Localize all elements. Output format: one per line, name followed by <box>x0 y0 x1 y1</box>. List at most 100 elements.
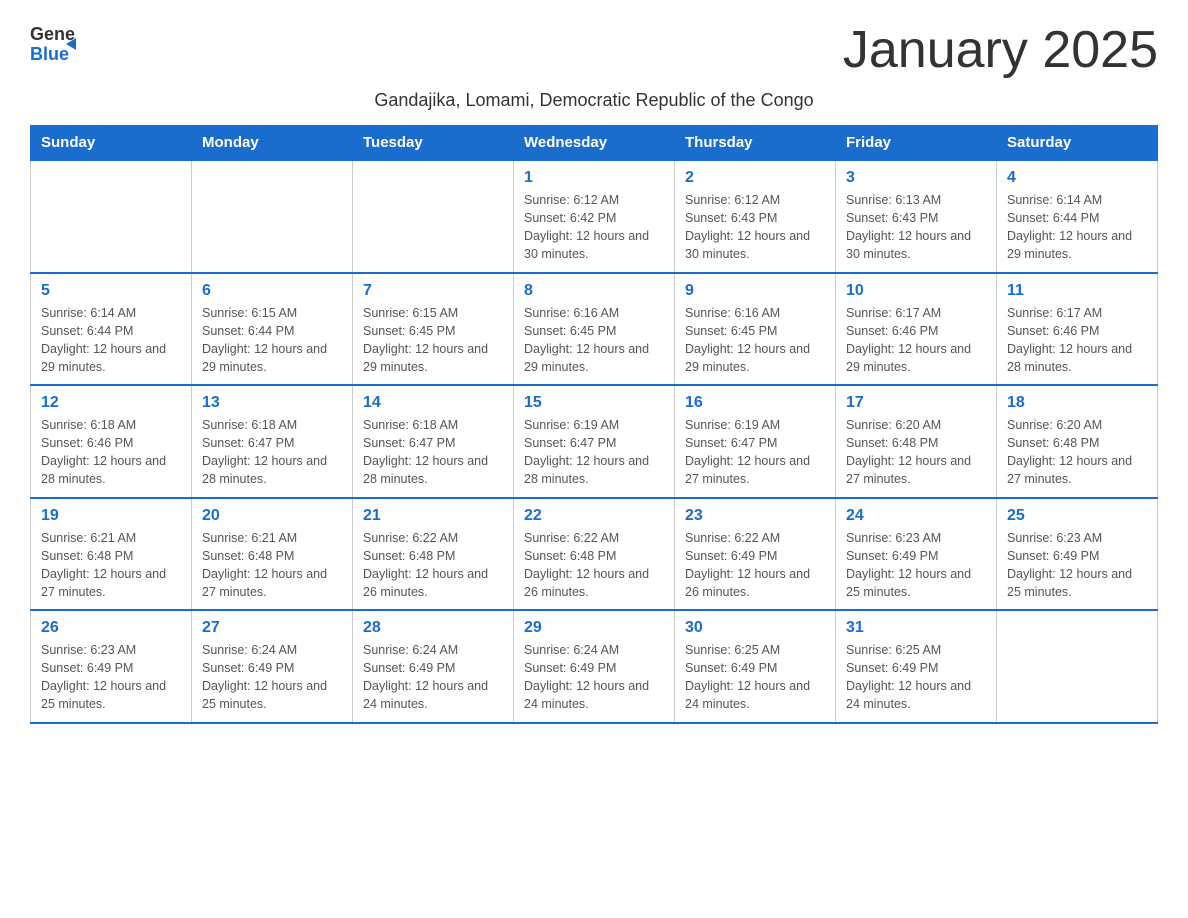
day-number: 22 <box>524 507 664 525</box>
day-info: Sunrise: 6:19 AM Sunset: 6:47 PM Dayligh… <box>685 416 825 489</box>
day-info: Sunrise: 6:25 AM Sunset: 6:49 PM Dayligh… <box>846 641 986 714</box>
calendar-cell: 7Sunrise: 6:15 AM Sunset: 6:45 PM Daylig… <box>353 273 514 386</box>
day-info: Sunrise: 6:12 AM Sunset: 6:43 PM Dayligh… <box>685 191 825 264</box>
day-info: Sunrise: 6:13 AM Sunset: 6:43 PM Dayligh… <box>846 191 986 264</box>
calendar-cell <box>997 610 1158 723</box>
calendar-cell: 30 Sunrise: 6:25 AM Sunset: 6:49 PM Dayli… <box>675 610 836 723</box>
day-info: Sunrise: 6:15 AM Sunset: 6:44 PM Dayligh… <box>202 304 342 377</box>
day-info: Sunrise: 6:22 AM Sunset: 6:49 PM Dayligh… <box>685 529 825 602</box>
logo-icon: General Blue <box>30 20 76 68</box>
day-info: Sunrise: 6:20 AM Sunset: 6:48 PM Dayligh… <box>1007 416 1147 489</box>
day-number: 10 <box>846 282 986 300</box>
calendar-cell: 24 Sunrise: 6:23 AM Sunset: 6:49 PM Dayli… <box>836 498 997 611</box>
day-info: Sunrise: 6:23 AM Sunset: 6:49 PM Dayligh… <box>1007 529 1147 602</box>
calendar-week-row: 19 Sunrise: 6:21 AM Sunset: 6:48 PM Dayli… <box>31 498 1158 611</box>
calendar-cell: 20 Sunrise: 6:21 AM Sunset: 6:48 PM Dayli… <box>192 498 353 611</box>
day-number: 17 <box>846 394 986 412</box>
calendar-cell: 8Sunrise: 6:16 AM Sunset: 6:45 PM Daylig… <box>514 273 675 386</box>
day-number: 30 <box>685 619 825 637</box>
calendar-cell: 16Sunrise: 6:19 AM Sunset: 6:47 PM Dayli… <box>675 385 836 498</box>
calendar-cell: 1Sunrise: 6:12 AM Sunset: 6:42 PM Daylig… <box>514 160 675 273</box>
calendar-header-row: SundayMondayTuesdayWednesdayThursdayFrid… <box>31 126 1158 161</box>
day-number: 9 <box>685 282 825 300</box>
day-number: 20 <box>202 507 342 525</box>
calendar-cell: 11Sunrise: 6:17 AM Sunset: 6:46 PM Dayli… <box>997 273 1158 386</box>
calendar-cell <box>31 160 192 273</box>
calendar-cell: 27 Sunrise: 6:24 AM Sunset: 6:49 PM Dayli… <box>192 610 353 723</box>
day-number: 11 <box>1007 282 1147 300</box>
day-number: 27 <box>202 619 342 637</box>
day-info: Sunrise: 6:21 AM Sunset: 6:48 PM Dayligh… <box>202 529 342 602</box>
day-number: 23 <box>685 507 825 525</box>
calendar-cell: 10 Sunrise: 6:17 AM Sunset: 6:46 PM Dayli… <box>836 273 997 386</box>
day-info: Sunrise: 6:21 AM Sunset: 6:48 PM Dayligh… <box>41 529 181 602</box>
calendar-cell: 31 Sunrise: 6:25 AM Sunset: 6:49 PM Dayli… <box>836 610 997 723</box>
day-number: 24 <box>846 507 986 525</box>
day-number: 14 <box>363 394 503 412</box>
calendar-cell: 14 Sunrise: 6:18 AM Sunset: 6:47 PM Dayli… <box>353 385 514 498</box>
day-info: Sunrise: 6:19 AM Sunset: 6:47 PM Dayligh… <box>524 416 664 489</box>
calendar-cell: 19 Sunrise: 6:21 AM Sunset: 6:48 PM Dayli… <box>31 498 192 611</box>
day-number: 4 <box>1007 169 1147 187</box>
column-header-wednesday: Wednesday <box>514 126 675 161</box>
calendar-cell: 25Sunrise: 6:23 AM Sunset: 6:49 PM Dayli… <box>997 498 1158 611</box>
day-info: Sunrise: 6:23 AM Sunset: 6:49 PM Dayligh… <box>41 641 181 714</box>
logo: General Blue <box>30 20 78 68</box>
day-number: 18 <box>1007 394 1147 412</box>
day-info: Sunrise: 6:24 AM Sunset: 6:49 PM Dayligh… <box>524 641 664 714</box>
day-info: Sunrise: 6:18 AM Sunset: 6:47 PM Dayligh… <box>363 416 503 489</box>
calendar-cell: 4Sunrise: 6:14 AM Sunset: 6:44 PM Daylig… <box>997 160 1158 273</box>
calendar-cell: 2 Sunrise: 6:12 AM Sunset: 6:43 PM Daylig… <box>675 160 836 273</box>
day-number: 31 <box>846 619 986 637</box>
calendar-cell: 17 Sunrise: 6:20 AM Sunset: 6:48 PM Dayli… <box>836 385 997 498</box>
calendar-week-row: 12 Sunrise: 6:18 AM Sunset: 6:46 PM Dayli… <box>31 385 1158 498</box>
day-number: 26 <box>41 619 181 637</box>
calendar-week-row: 5 Sunrise: 6:14 AM Sunset: 6:44 PM Daylig… <box>31 273 1158 386</box>
calendar-cell: 13 Sunrise: 6:18 AM Sunset: 6:47 PM Dayli… <box>192 385 353 498</box>
page-header: General Blue January 2025 <box>30 20 1158 80</box>
day-info: Sunrise: 6:22 AM Sunset: 6:48 PM Dayligh… <box>524 529 664 602</box>
day-number: 12 <box>41 394 181 412</box>
column-header-tuesday: Tuesday <box>353 126 514 161</box>
column-header-monday: Monday <box>192 126 353 161</box>
day-info: Sunrise: 6:17 AM Sunset: 6:46 PM Dayligh… <box>846 304 986 377</box>
calendar-cell: 21Sunrise: 6:22 AM Sunset: 6:48 PM Dayli… <box>353 498 514 611</box>
day-info: Sunrise: 6:16 AM Sunset: 6:45 PM Dayligh… <box>685 304 825 377</box>
day-number: 5 <box>41 282 181 300</box>
calendar-cell: 28Sunrise: 6:24 AM Sunset: 6:49 PM Dayli… <box>353 610 514 723</box>
calendar-cell: 22 Sunrise: 6:22 AM Sunset: 6:48 PM Dayli… <box>514 498 675 611</box>
day-number: 6 <box>202 282 342 300</box>
day-info: Sunrise: 6:22 AM Sunset: 6:48 PM Dayligh… <box>363 529 503 602</box>
month-title: January 2025 <box>843 20 1158 80</box>
day-number: 13 <box>202 394 342 412</box>
day-info: Sunrise: 6:25 AM Sunset: 6:49 PM Dayligh… <box>685 641 825 714</box>
day-info: Sunrise: 6:23 AM Sunset: 6:49 PM Dayligh… <box>846 529 986 602</box>
calendar-subtitle: Gandajika, Lomami, Democratic Republic o… <box>30 90 1158 111</box>
calendar-cell <box>353 160 514 273</box>
calendar-cell: 26 Sunrise: 6:23 AM Sunset: 6:49 PM Dayli… <box>31 610 192 723</box>
day-number: 2 <box>685 169 825 187</box>
day-info: Sunrise: 6:24 AM Sunset: 6:49 PM Dayligh… <box>202 641 342 714</box>
day-number: 19 <box>41 507 181 525</box>
calendar-week-row: 26 Sunrise: 6:23 AM Sunset: 6:49 PM Dayli… <box>31 610 1158 723</box>
calendar-cell: 18 Sunrise: 6:20 AM Sunset: 6:48 PM Dayli… <box>997 385 1158 498</box>
calendar-cell: 23 Sunrise: 6:22 AM Sunset: 6:49 PM Dayli… <box>675 498 836 611</box>
day-info: Sunrise: 6:16 AM Sunset: 6:45 PM Dayligh… <box>524 304 664 377</box>
day-info: Sunrise: 6:20 AM Sunset: 6:48 PM Dayligh… <box>846 416 986 489</box>
calendar-cell: 5 Sunrise: 6:14 AM Sunset: 6:44 PM Daylig… <box>31 273 192 386</box>
svg-text:Blue: Blue <box>30 44 69 64</box>
day-info: Sunrise: 6:18 AM Sunset: 6:47 PM Dayligh… <box>202 416 342 489</box>
calendar-cell: 15 Sunrise: 6:19 AM Sunset: 6:47 PM Dayli… <box>514 385 675 498</box>
day-number: 15 <box>524 394 664 412</box>
day-info: Sunrise: 6:18 AM Sunset: 6:46 PM Dayligh… <box>41 416 181 489</box>
day-info: Sunrise: 6:14 AM Sunset: 6:44 PM Dayligh… <box>41 304 181 377</box>
calendar-cell <box>192 160 353 273</box>
calendar-cell: 29Sunrise: 6:24 AM Sunset: 6:49 PM Dayli… <box>514 610 675 723</box>
calendar-week-row: 1Sunrise: 6:12 AM Sunset: 6:42 PM Daylig… <box>31 160 1158 273</box>
day-number: 7 <box>363 282 503 300</box>
column-header-sunday: Sunday <box>31 126 192 161</box>
calendar-cell: 9 Sunrise: 6:16 AM Sunset: 6:45 PM Daylig… <box>675 273 836 386</box>
column-header-saturday: Saturday <box>997 126 1158 161</box>
calendar-cell: 3Sunrise: 6:13 AM Sunset: 6:43 PM Daylig… <box>836 160 997 273</box>
svg-text:General: General <box>30 24 76 44</box>
